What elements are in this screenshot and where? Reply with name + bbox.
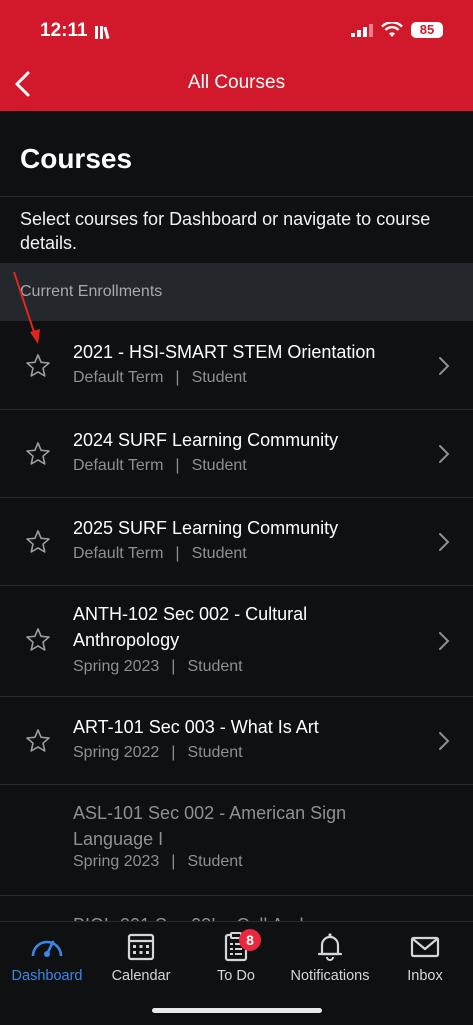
course-row[interactable]: ART-101 Sec 003 - What Is Art Spring 202… <box>0 697 473 785</box>
course-name: BIOL-201 Sec 02L - Cell And <box>73 912 433 921</box>
meta-separator: | <box>171 744 176 761</box>
meta-separator: | <box>175 369 180 386</box>
star-icon[interactable] <box>24 528 52 556</box>
course-row[interactable]: 2021 - HSI-SMART STEM Orientation Defaul… <box>0 322 473 410</box>
course-role: Student <box>187 658 243 675</box>
course-term: Spring 2023 <box>73 658 160 675</box>
course-meta: Default Term | Student <box>73 369 247 387</box>
section-header: Current Enrollments <box>0 263 473 321</box>
course-name: ANTH-102 Sec 002 - Cultural Anthropology <box>73 604 308 650</box>
chevron-right-icon <box>439 445 450 463</box>
course-term: Default Term <box>73 369 164 386</box>
course-row[interactable]: 2025 SURF Learning Community Default Ter… <box>0 498 473 586</box>
tab-label: Dashboard <box>11 968 83 984</box>
course-term: Spring 2023 <box>73 853 160 870</box>
tab-notifications[interactable]: Notifications <box>283 930 377 984</box>
library-icon <box>95 26 110 40</box>
todo-badge: 8 <box>239 929 261 951</box>
course-role: Student <box>187 853 243 870</box>
chevron-right-icon <box>439 632 450 650</box>
star-icon[interactable] <box>24 727 52 755</box>
course-row[interactable]: ANTH-102 Sec 002 - Cultural Anthropology… <box>0 586 473 697</box>
course-meta: Default Term | Student <box>73 457 247 475</box>
course-name: ASL-101 Sec 002 - American Sign Language… <box>73 803 347 849</box>
home-indicator[interactable] <box>152 1008 322 1013</box>
tab-todo[interactable]: 8 To Do <box>189 929 283 984</box>
tab-dashboard[interactable]: Dashboard <box>0 930 94 984</box>
courses-content[interactable]: Courses Select courses for Dashboard or … <box>0 111 473 921</box>
course-role: Student <box>187 744 243 761</box>
calendar-icon <box>127 933 155 961</box>
meta-separator: | <box>171 658 176 675</box>
course-meta: Spring 2023 | Student <box>73 853 243 871</box>
cellular-signal-icon <box>351 24 373 37</box>
page-subtitle: Select courses for Dashboard or navigate… <box>20 209 431 253</box>
wifi-icon <box>381 22 403 37</box>
star-icon[interactable] <box>24 352 52 380</box>
star-icon[interactable] <box>24 626 52 654</box>
course-term: Default Term <box>73 545 164 562</box>
star-icon[interactable] <box>24 440 52 468</box>
course-role: Student <box>191 457 247 474</box>
tab-inbox[interactable]: Inbox <box>378 930 472 984</box>
course-name: 2021 - HSI-SMART STEM Orientation <box>73 342 376 362</box>
course-row[interactable]: 2024 SURF Learning Community Default Ter… <box>0 410 473 498</box>
course-role: Student <box>191 369 247 386</box>
course-row[interactable]: BIOL-201 Sec 02L - Cell And <box>0 896 473 921</box>
tab-label: Notifications <box>290 968 370 984</box>
chevron-right-icon <box>439 357 450 375</box>
status-time: 12:11 <box>40 20 88 41</box>
course-list: 2021 - HSI-SMART STEM Orientation Defaul… <box>0 322 473 921</box>
meta-separator: | <box>175 545 180 562</box>
inbox-icon <box>410 936 440 958</box>
course-meta: Spring 2022 | Student <box>73 744 243 762</box>
page-title: Courses <box>20 143 133 174</box>
tab-label: To Do <box>217 968 255 984</box>
course-meta: Spring 2023 | Student <box>73 658 243 676</box>
course-meta: Default Term | Student <box>73 545 247 563</box>
status-bar: 12:11 85 <box>0 0 473 56</box>
nav-title: All Courses <box>187 72 286 93</box>
tab-label: Inbox <box>407 968 443 984</box>
chevron-right-icon <box>439 732 450 750</box>
divider <box>0 196 473 197</box>
dashboard-icon <box>31 940 63 957</box>
course-term: Default Term <box>73 457 164 474</box>
meta-separator: | <box>175 457 180 474</box>
tab-calendar[interactable]: Calendar <box>94 930 188 984</box>
course-name: 2024 SURF Learning Community <box>73 430 339 450</box>
navigation-bar: All Courses <box>0 56 473 111</box>
tab-label: Calendar <box>111 968 171 984</box>
course-name: 2025 SURF Learning Community <box>73 518 339 538</box>
battery-indicator: 85 <box>411 22 443 38</box>
course-term: Spring 2022 <box>73 744 160 761</box>
course-row[interactable]: ASL-101 Sec 002 - American Sign Language… <box>0 785 473 896</box>
course-role: Student <box>191 545 247 562</box>
meta-separator: | <box>171 853 176 870</box>
bell-icon <box>317 933 343 961</box>
section-label: Current Enrollments <box>20 283 163 300</box>
course-name: ART-101 Sec 003 - What Is Art <box>73 717 319 737</box>
chevron-right-icon <box>439 533 450 551</box>
